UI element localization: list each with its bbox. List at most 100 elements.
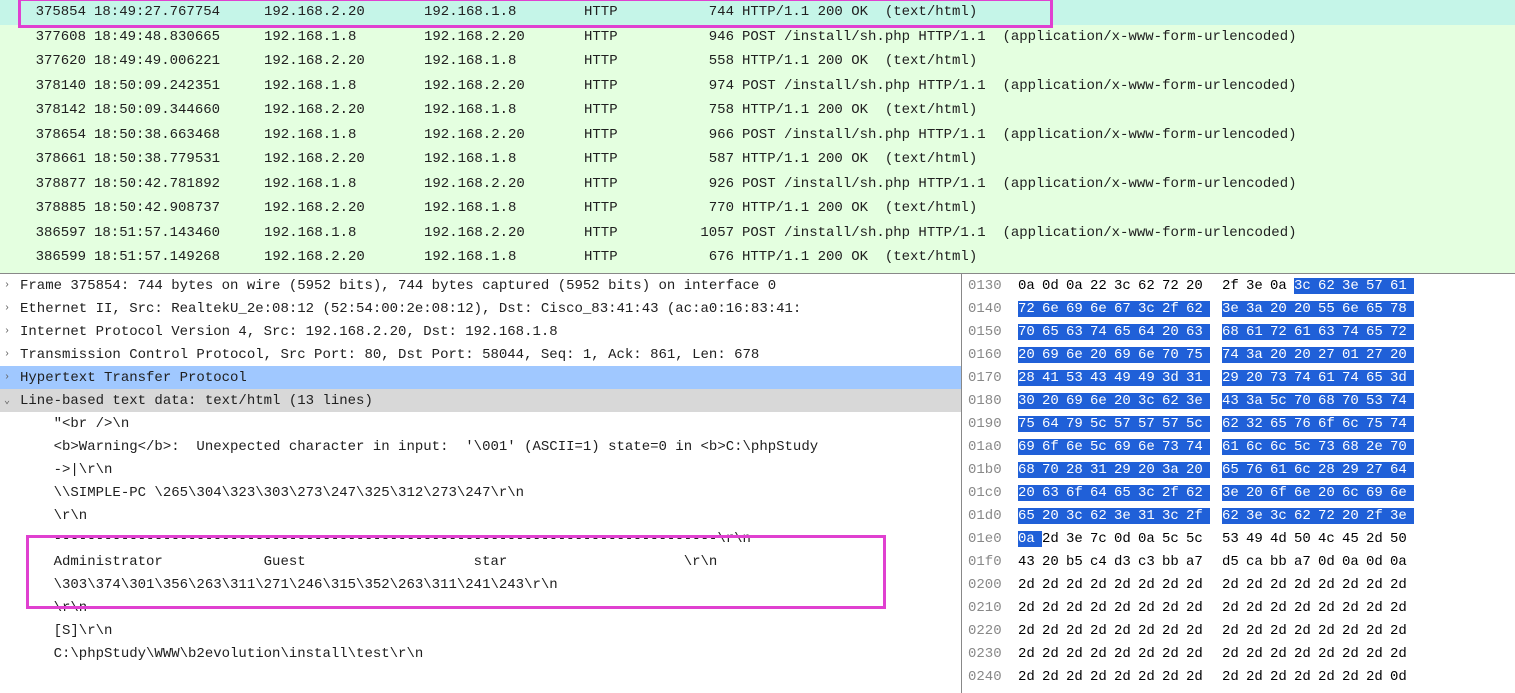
hex-byte[interactable]: 6e <box>1066 439 1090 455</box>
hex-byte[interactable]: 22 <box>1090 278 1114 294</box>
tree-node[interactable]: ›Hypertext Transfer Protocol <box>0 366 961 389</box>
hex-byte[interactable]: 2d <box>1162 669 1186 685</box>
hex-byte[interactable]: 70 <box>1042 462 1066 478</box>
hex-byte[interactable]: 5c <box>1186 531 1210 547</box>
hex-byte[interactable]: 7c <box>1090 531 1114 547</box>
expand-icon[interactable]: ⌄ <box>4 395 20 407</box>
hex-byte[interactable]: 3e <box>1246 278 1270 294</box>
hex-byte[interactable]: 61 <box>1246 324 1270 340</box>
hex-byte[interactable]: 2d <box>1042 600 1066 616</box>
hex-byte[interactable]: 0d <box>1114 531 1138 547</box>
hex-byte[interactable]: 72 <box>1318 508 1342 524</box>
hex-byte[interactable]: 69 <box>1042 347 1066 363</box>
hex-byte[interactable]: 2d <box>1042 623 1066 639</box>
hex-byte[interactable]: 61 <box>1318 370 1342 386</box>
hex-byte[interactable]: 3c <box>1066 508 1090 524</box>
hex-byte[interactable]: 2d <box>1366 531 1390 547</box>
hex-byte[interactable]: bb <box>1270 554 1294 570</box>
tree-node[interactable]: ›Transmission Control Protocol, Src Port… <box>0 343 961 366</box>
hex-byte[interactable]: 70 <box>1018 324 1042 340</box>
hex-byte[interactable]: 4d <box>1270 531 1294 547</box>
hex-byte[interactable]: 29 <box>1114 462 1138 478</box>
hex-byte[interactable]: 2d <box>1246 646 1270 662</box>
hex-byte[interactable]: 6f <box>1066 485 1090 501</box>
tree-leaf[interactable]: ----------------------------------------… <box>0 527 961 550</box>
hex-byte[interactable]: 61 <box>1390 278 1414 294</box>
hex-byte[interactable]: 3d <box>1390 370 1414 386</box>
hex-byte[interactable]: 20 <box>1294 301 1318 317</box>
hex-byte[interactable]: a7 <box>1294 554 1318 570</box>
hex-byte[interactable]: 3e <box>1114 508 1138 524</box>
hex-byte[interactable]: 2d <box>1390 646 1414 662</box>
hex-byte[interactable]: 6c <box>1270 439 1294 455</box>
hex-byte[interactable]: 2d <box>1066 623 1090 639</box>
hex-byte[interactable]: 2d <box>1366 646 1390 662</box>
hex-byte[interactable]: 20 <box>1270 347 1294 363</box>
packet-row[interactable]: 38659718:51:57.143460192.168.1.8192.168.… <box>0 221 1515 246</box>
hex-byte[interactable]: 63 <box>1042 485 1066 501</box>
hex-byte[interactable]: 62 <box>1186 485 1210 501</box>
hex-byte[interactable]: 20 <box>1042 554 1066 570</box>
packet-row[interactable]: 37866118:50:38.779531192.168.2.20192.168… <box>0 147 1515 172</box>
hex-byte[interactable]: 3a <box>1246 301 1270 317</box>
hex-byte[interactable]: 41 <box>1042 370 1066 386</box>
hex-byte[interactable]: 2d <box>1366 600 1390 616</box>
hex-byte[interactable]: 2d <box>1366 577 1390 593</box>
hex-byte[interactable]: 43 <box>1090 370 1114 386</box>
hex-byte[interactable]: 43 <box>1222 393 1246 409</box>
hex-byte[interactable]: 01 <box>1342 347 1366 363</box>
hex-byte[interactable]: 62 <box>1090 508 1114 524</box>
hex-byte[interactable]: 2d <box>1246 577 1270 593</box>
hex-byte[interactable]: 20 <box>1270 301 1294 317</box>
packet-row[interactable]: 37762018:49:49.006221192.168.2.20192.168… <box>0 49 1515 74</box>
hex-byte[interactable]: 2d <box>1018 577 1042 593</box>
hex-byte[interactable]: 64 <box>1090 485 1114 501</box>
hex-row[interactable]: 01e00a2d3e7c0d0a5c5c53494d504c452d50 <box>968 527 1515 550</box>
hex-byte[interactable]: 74 <box>1222 347 1246 363</box>
hex-byte[interactable]: 3c <box>1294 278 1318 294</box>
hex-byte[interactable]: 20 <box>1138 462 1162 478</box>
hex-byte[interactable]: 64 <box>1042 416 1066 432</box>
hex-byte[interactable]: 27 <box>1318 347 1342 363</box>
hex-byte[interactable]: 74 <box>1342 370 1366 386</box>
hex-byte[interactable]: 2d <box>1066 646 1090 662</box>
hex-byte[interactable]: 3a <box>1162 462 1186 478</box>
hex-byte[interactable]: 2d <box>1114 646 1138 662</box>
hex-byte[interactable]: 63 <box>1066 324 1090 340</box>
hex-byte[interactable]: 74 <box>1390 393 1414 409</box>
hex-byte[interactable]: 2e <box>1366 439 1390 455</box>
hex-byte[interactable]: 20 <box>1246 485 1270 501</box>
hex-byte[interactable]: 2d <box>1090 646 1114 662</box>
hex-byte[interactable]: 43 <box>1018 554 1042 570</box>
hex-byte[interactable]: 6f <box>1318 416 1342 432</box>
hex-byte[interactable]: 57 <box>1366 278 1390 294</box>
hex-byte[interactable]: 20 <box>1042 508 1066 524</box>
hex-row[interactable]: 01d065203c623e313c2f623e3c6272202f3e <box>968 504 1515 527</box>
expand-icon[interactable]: › <box>4 303 20 314</box>
hex-byte[interactable]: 2d <box>1294 623 1318 639</box>
tree-node[interactable]: ›Ethernet II, Src: RealtekU_2e:08:12 (52… <box>0 297 961 320</box>
hex-byte[interactable]: 2d <box>1270 577 1294 593</box>
hex-byte[interactable]: 69 <box>1114 347 1138 363</box>
hex-byte[interactable]: 76 <box>1294 416 1318 432</box>
packet-row[interactable]: 37585418:49:27.767754192.168.2.20192.168… <box>0 0 1515 25</box>
hex-byte[interactable]: 2d <box>1222 623 1246 639</box>
hex-byte[interactable]: 70 <box>1390 439 1414 455</box>
hex-byte[interactable]: 2d <box>1186 600 1210 616</box>
hex-byte[interactable]: b5 <box>1066 554 1090 570</box>
hex-byte[interactable]: 45 <box>1342 531 1366 547</box>
hex-byte[interactable]: 62 <box>1138 278 1162 294</box>
hex-byte[interactable]: 0a <box>1390 554 1414 570</box>
hex-byte[interactable]: 70 <box>1162 347 1186 363</box>
hex-byte[interactable]: 76 <box>1246 462 1270 478</box>
hex-byte[interactable]: 2d <box>1390 623 1414 639</box>
hex-byte[interactable]: 0a <box>1342 554 1366 570</box>
expand-icon[interactable]: › <box>4 326 20 337</box>
hex-byte[interactable]: 3d <box>1162 370 1186 386</box>
hex-byte[interactable]: 29 <box>1342 462 1366 478</box>
hex-byte[interactable]: 6f <box>1270 485 1294 501</box>
hex-byte[interactable]: 65 <box>1366 301 1390 317</box>
hex-byte[interactable]: 74 <box>1186 439 1210 455</box>
hex-byte[interactable]: 65 <box>1018 508 1042 524</box>
hex-byte[interactable]: 2d <box>1342 623 1366 639</box>
